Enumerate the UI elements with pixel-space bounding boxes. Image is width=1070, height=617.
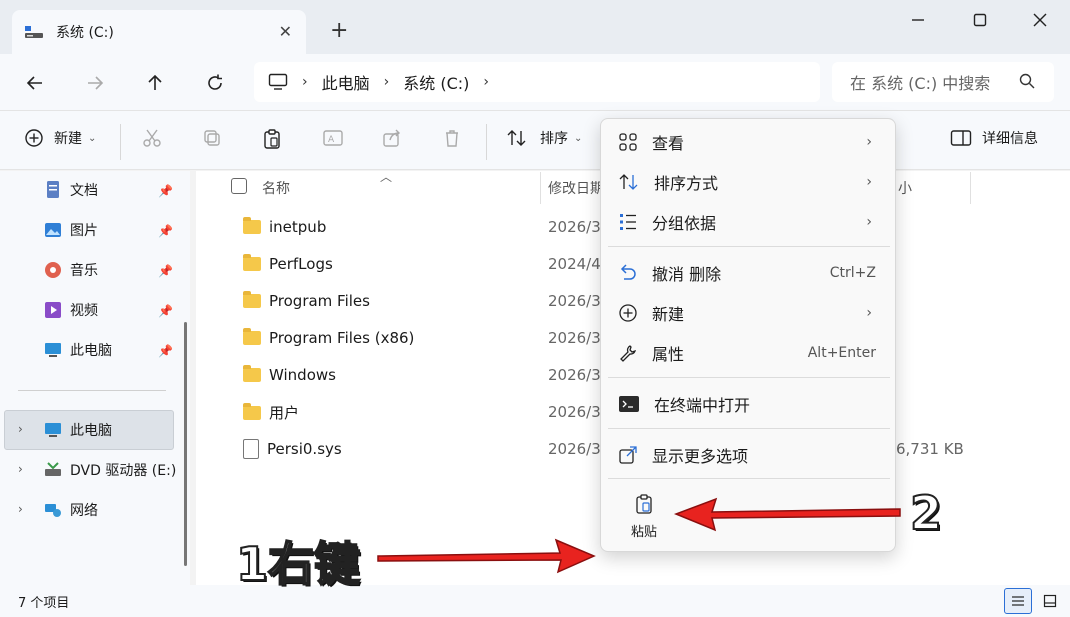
annotation-step-1: 1右键 [235,536,361,592]
annotation-arrow-1 [377,538,596,574]
annotation-step-2: 2 [909,485,943,541]
annotation-arrow-2 [673,497,901,532]
